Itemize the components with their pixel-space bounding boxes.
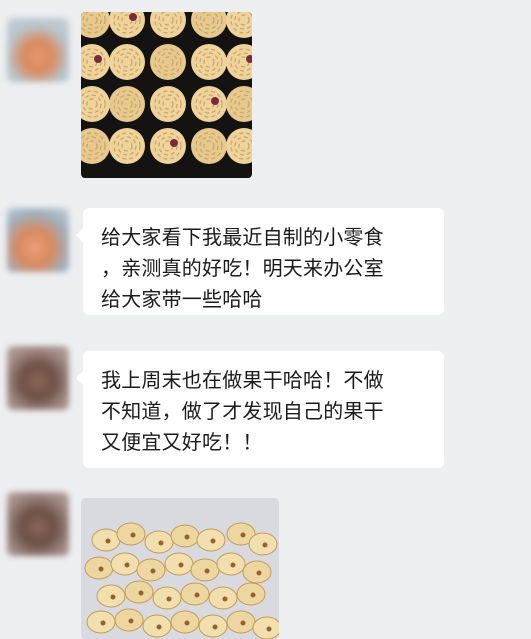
- chat-area: 给大家看下我最近自制的小零食 ，亲测真的好吃！明天来办公室 给大家带一些哈哈 我…: [0, 0, 531, 639]
- banana-chips-image: [81, 498, 279, 639]
- dried-banana-chips-photo[interactable]: [81, 498, 279, 639]
- avatar[interactable]: [7, 18, 69, 82]
- message-row: [0, 0, 531, 190]
- avatar[interactable]: [7, 492, 69, 556]
- cookies-photo[interactable]: [81, 12, 252, 178]
- message-row: 给大家看下我最近自制的小零食 ，亲测真的好吃！明天来办公室 给大家带一些哈哈: [0, 190, 531, 330]
- avatar[interactable]: [7, 208, 69, 272]
- message-row: [0, 480, 531, 639]
- message-bubble[interactable]: 我上周末也在做果干哈哈！不做 不知道，做了才发现自己的果干 又便宜又好吃！！: [76, 351, 444, 468]
- message-row: 我上周末也在做果干哈哈！不做 不知道，做了才发现自己的果干 又便宜又好吃！！: [0, 330, 531, 480]
- message-bubble[interactable]: 给大家看下我最近自制的小零食 ，亲测真的好吃！明天来办公室 给大家带一些哈哈: [76, 208, 444, 315]
- avatar[interactable]: [7, 346, 69, 410]
- cookies-image: [81, 12, 252, 178]
